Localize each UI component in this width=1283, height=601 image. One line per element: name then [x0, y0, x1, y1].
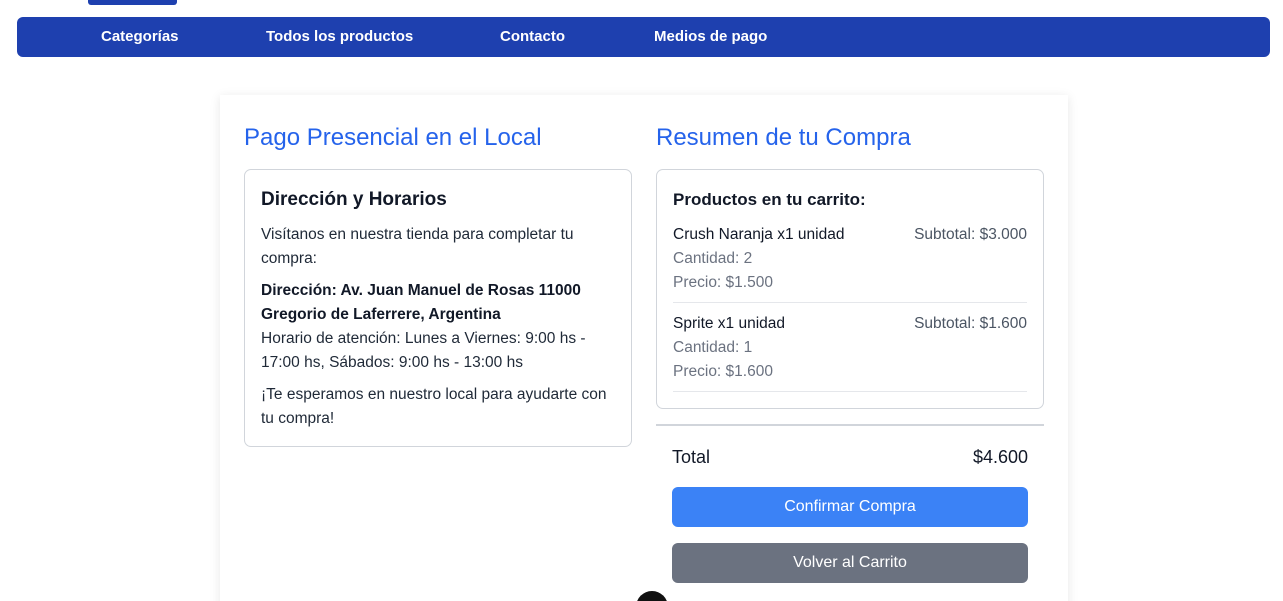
cart-item-price: Precio: $1.600: [673, 363, 773, 380]
cart-products-box: Productos en tu carrito: Crush Naranja x…: [656, 169, 1044, 409]
cart-item-name: Crush Naranja x1 unidad: [673, 226, 845, 243]
summary-section-title: Resumen de tu Compra: [656, 124, 911, 151]
cart-item-name: Sprite x1 unidad: [673, 315, 786, 332]
cart-products-heading: Productos en tu carrito:: [673, 190, 866, 209]
address-hours-box: Dirección y Horarios Visítanos en nuestr…: [244, 169, 632, 447]
cart-item-subtotal: Subtotal: $1.600: [914, 315, 1027, 332]
store-address-line2: Gregorio de Laferrere, Argentina: [261, 306, 501, 323]
cart-item-price: Precio: $1.500: [673, 274, 773, 291]
cart-item-divider: [673, 302, 1027, 303]
payment-section-title: Pago Presencial en el Local: [244, 124, 542, 151]
nav-link-contacto[interactable]: Contacto: [500, 17, 565, 57]
store-address-line1: Dirección: Av. Juan Manuel de Rosas 1100…: [261, 282, 581, 299]
back-to-cart-button[interactable]: Volver al Carrito: [672, 543, 1028, 583]
store-intro-text: Visítanos en nuestra tienda para complet…: [261, 226, 574, 267]
cart-item-quantity: Cantidad: 2: [673, 250, 753, 267]
total-value: $4.600: [972, 447, 1028, 467]
cart-item-divider: [673, 391, 1027, 392]
nav-link-categorias[interactable]: Categorías: [101, 17, 179, 57]
cart-item-quantity: Cantidad: 1: [673, 339, 753, 356]
store-hours-text: Horario de atención: Lunes a Viernes: 9:…: [261, 330, 586, 371]
logo[interactable]: [88, 0, 177, 5]
confirm-purchase-button[interactable]: Confirmar Compra: [672, 487, 1028, 527]
address-hours-heading: Dirección y Horarios: [261, 189, 447, 210]
main-navbar: Categorías Todos los productos Contacto …: [17, 17, 1270, 57]
nav-link-todos-los-productos[interactable]: Todos los productos: [266, 17, 413, 57]
cart-item-subtotal: Subtotal: $3.000: [914, 226, 1027, 243]
store-closing-text: ¡Te esperamos en nuestro local para ayud…: [261, 386, 607, 427]
total-label: Total: [672, 447, 711, 467]
total-divider: [656, 424, 1044, 426]
nav-link-medios-de-pago[interactable]: Medios de pago: [654, 17, 767, 57]
